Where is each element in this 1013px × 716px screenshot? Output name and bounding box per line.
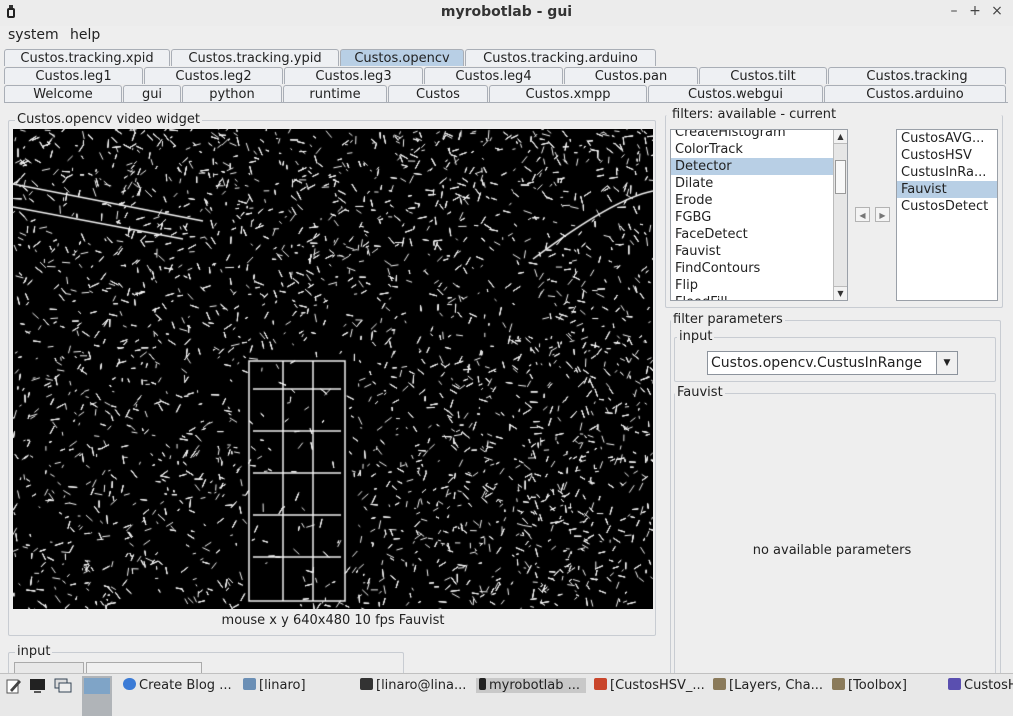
tab-custos-webgui[interactable]: Custos.webgui bbox=[648, 85, 823, 102]
available-filter-item[interactable]: FaceDetect bbox=[671, 226, 847, 243]
tab-row-1: Custos.tracking.xpid Custos.tracking.ypi… bbox=[4, 49, 1008, 67]
filters-title: filters: available - current bbox=[670, 107, 839, 122]
task-myrobotlab[interactable]: myrobotlab ... bbox=[476, 678, 587, 693]
task-create-blog[interactable]: Create Blog ... bbox=[123, 678, 232, 693]
image-editor-icon bbox=[594, 678, 607, 690]
maximize-button[interactable]: + bbox=[965, 3, 985, 19]
tab-custos-tracking[interactable]: Custos.tracking bbox=[828, 67, 1006, 84]
tab-custos-leg4[interactable]: Custos.leg4 bbox=[424, 67, 563, 84]
video-display[interactable] bbox=[13, 129, 653, 609]
tab-custos-leg1[interactable]: Custos.leg1 bbox=[4, 67, 143, 84]
gimp-icon bbox=[832, 678, 845, 690]
tab-custos-tracking-arduino[interactable]: Custos.tracking.arduino bbox=[465, 49, 656, 66]
available-filter-item[interactable]: Detector bbox=[671, 158, 847, 175]
available-filter-item[interactable]: Flip bbox=[671, 277, 847, 294]
tab-python[interactable]: python bbox=[182, 85, 282, 102]
available-filter-item[interactable]: FloodFill bbox=[671, 294, 847, 300]
taskbar: Create Blog ... [linaro] [linaro@lina...… bbox=[0, 673, 1013, 716]
input-source-value: Custos.opencv.CustusInRange bbox=[711, 355, 922, 371]
chevron-down-icon[interactable]: ▼ bbox=[936, 352, 957, 374]
menu-help[interactable]: help bbox=[70, 27, 100, 43]
app-icon bbox=[479, 678, 486, 690]
video-status: mouse x y 640x480 10 fps Fauvist bbox=[221, 613, 445, 628]
current-filter-item[interactable]: Fauvist bbox=[897, 181, 997, 198]
tab-custos-opencv[interactable]: Custos.opencv bbox=[340, 49, 464, 66]
available-filter-item[interactable]: Dilate bbox=[671, 175, 847, 192]
task-linaro-terminal[interactable]: [linaro@lina... bbox=[360, 678, 466, 693]
window-title-bar[interactable]: myrobotlab - gui – + × bbox=[0, 0, 1013, 27]
window-title: myrobotlab - gui bbox=[440, 4, 573, 20]
tab-custos-tilt[interactable]: Custos.tilt bbox=[699, 67, 827, 84]
tab-custos-leg2[interactable]: Custos.leg2 bbox=[144, 67, 283, 84]
fauvist-params-title: Fauvist bbox=[675, 385, 725, 400]
tab-row-3: Welcome gui python runtime Custos Custos… bbox=[4, 85, 1008, 103]
scroll-up-icon[interactable]: ▲ bbox=[834, 130, 847, 144]
window-switch-icon[interactable] bbox=[53, 677, 73, 695]
available-filter-item[interactable]: Fauvist bbox=[671, 243, 847, 260]
menu-bar: system help bbox=[0, 26, 1013, 46]
current-filters-list[interactable]: CustosAVG... CustosHSV CustusInRa... Fauvis… bbox=[896, 129, 998, 301]
tab-custos-leg3[interactable]: Custos.leg3 bbox=[284, 67, 423, 84]
tab-custos-arduino[interactable]: Custos.arduino bbox=[824, 85, 1006, 102]
minimize-button[interactable]: – bbox=[944, 3, 964, 19]
tab-welcome[interactable]: Welcome bbox=[4, 85, 122, 102]
current-filter-item[interactable]: CustusInRa... bbox=[897, 164, 997, 181]
tab-gui[interactable]: gui bbox=[123, 85, 181, 102]
terminal-icon bbox=[360, 678, 373, 690]
move-right-icon[interactable]: ▶ bbox=[875, 207, 890, 222]
available-filter-item[interactable]: FindContours bbox=[671, 260, 847, 277]
input-panel-title: input bbox=[15, 644, 53, 659]
current-filter-item[interactable]: CustosAVG... bbox=[897, 130, 997, 147]
browser-icon bbox=[123, 678, 136, 690]
tab-custos-tracking-ypid[interactable]: Custos.tracking.ypid bbox=[171, 49, 339, 66]
task-custoshsv[interactable]: [CustosHSV_... bbox=[594, 678, 705, 693]
current-filter-item[interactable]: CustosDetect bbox=[897, 198, 997, 215]
available-filter-item[interactable]: FGBG bbox=[671, 209, 847, 226]
menu-system[interactable]: system bbox=[8, 27, 59, 43]
task-custosh[interactable]: CustosH bbox=[948, 678, 1013, 693]
video-widget-title: Custos.opencv video widget bbox=[15, 112, 202, 127]
param-input-title: input bbox=[677, 329, 715, 344]
available-filter-item[interactable]: Erode bbox=[671, 192, 847, 209]
available-filters-list[interactable]: CreateHistogram ColorTrack Detector Dilate E… bbox=[670, 129, 848, 301]
gimp-icon bbox=[713, 678, 726, 690]
terminal-icon[interactable] bbox=[28, 677, 48, 695]
fauvist-params-panel: Fauvist bbox=[674, 385, 996, 683]
close-button[interactable]: × bbox=[987, 3, 1007, 19]
tab-runtime[interactable]: runtime bbox=[283, 85, 387, 102]
input-source-select[interactable]: Custos.opencv.CustusInRange ▼ bbox=[707, 351, 958, 375]
tab-custos-pan[interactable]: Custos.pan bbox=[564, 67, 698, 84]
available-filter-item[interactable]: CreateHistogram bbox=[671, 130, 847, 141]
task-linaro-folder[interactable]: [linaro] bbox=[243, 678, 306, 693]
folder-icon bbox=[243, 678, 256, 690]
tab-row-2: Custos.leg1 Custos.leg2 Custos.leg3 Cust… bbox=[4, 67, 1008, 85]
image-window-icon bbox=[948, 678, 961, 690]
scroll-down-icon[interactable]: ▼ bbox=[834, 286, 847, 300]
available-filters-scrollbar[interactable]: ▲ ▼ bbox=[833, 130, 847, 300]
current-filter-item[interactable]: CustosHSV bbox=[897, 147, 997, 164]
tab-content-border bbox=[4, 102, 1008, 103]
scroll-thumb[interactable] bbox=[835, 160, 846, 194]
tab-custos-xmpp[interactable]: Custos.xmpp bbox=[489, 85, 647, 102]
tab-custos[interactable]: Custos bbox=[388, 85, 488, 102]
edit-icon[interactable] bbox=[4, 677, 24, 695]
workspace-pager[interactable] bbox=[82, 676, 112, 716]
filter-parameters-title: filter parameters bbox=[671, 312, 785, 327]
no-params-message: no available parameters bbox=[752, 543, 912, 558]
task-layers[interactable]: [Layers, Cha... bbox=[713, 678, 823, 693]
move-left-icon[interactable]: ◀ bbox=[855, 207, 870, 222]
tab-custos-tracking-xpid[interactable]: Custos.tracking.xpid bbox=[4, 49, 170, 66]
task-toolbox[interactable]: [Toolbox] bbox=[832, 678, 907, 693]
available-filter-item[interactable]: ColorTrack bbox=[671, 141, 847, 158]
